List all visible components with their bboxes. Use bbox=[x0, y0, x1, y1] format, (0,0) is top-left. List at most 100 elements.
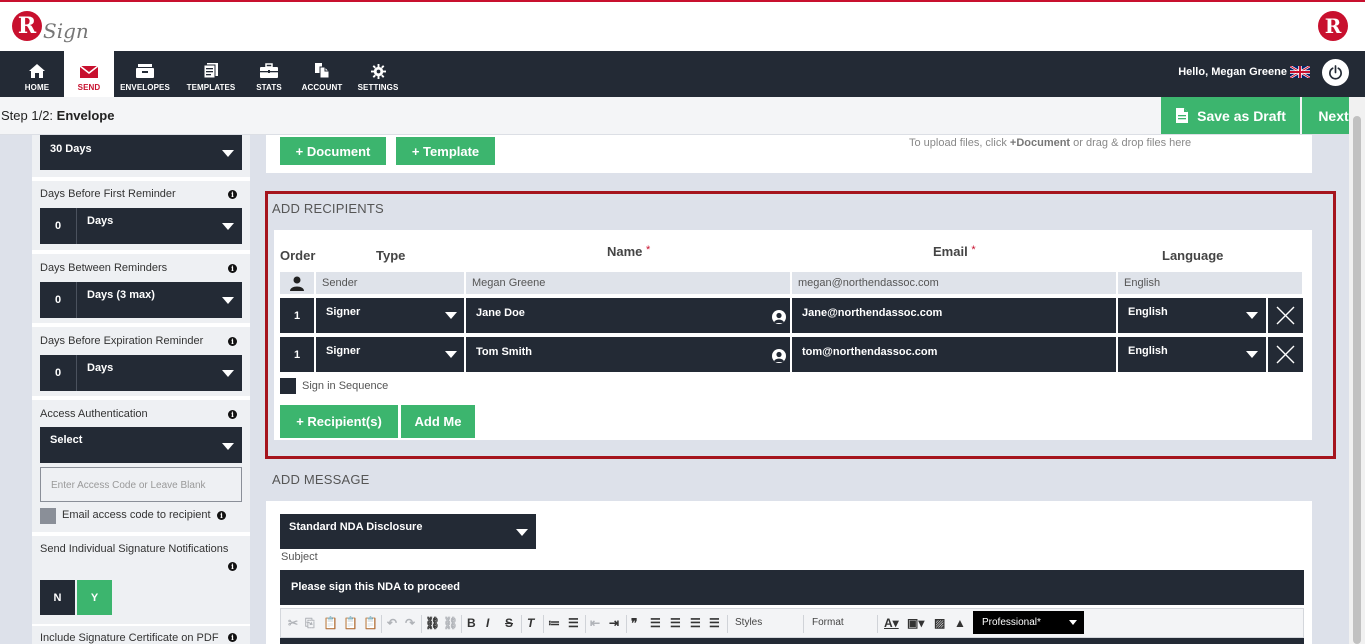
nav-templates[interactable]: TEMPLATES bbox=[184, 51, 238, 97]
certificate-label: Include Signature Certificate on PDF bbox=[40, 632, 219, 644]
notifications-yes-button[interactable]: Y bbox=[77, 580, 112, 615]
nav-stats[interactable]: STATS bbox=[249, 51, 289, 97]
numbered-list-icon[interactable]: ≔ bbox=[548, 616, 560, 630]
email-access-code-checkbox[interactable] bbox=[40, 508, 56, 524]
align-center-icon[interactable]: ☰ bbox=[670, 616, 681, 630]
nav-send[interactable]: SEND bbox=[64, 51, 114, 97]
svg-text:R: R bbox=[1325, 14, 1342, 38]
recipient-language-select[interactable]: English bbox=[1118, 298, 1266, 333]
paste-icon[interactable]: 📋 bbox=[323, 616, 338, 630]
logout-button[interactable] bbox=[1322, 59, 1349, 86]
add-template-button[interactable]: + Template bbox=[396, 137, 495, 165]
info-icon[interactable]: i bbox=[228, 562, 237, 571]
recipient-name-input[interactable]: Tom Smith bbox=[466, 337, 790, 372]
toolbar-divider bbox=[461, 615, 462, 633]
between-reminders-unit-select[interactable]: Days (3 max) bbox=[77, 282, 242, 318]
first-reminder-unit: Days bbox=[87, 215, 114, 227]
align-right-icon[interactable]: ☰ bbox=[690, 616, 701, 630]
first-reminder-number[interactable]: 0 bbox=[40, 208, 76, 244]
info-icon[interactable]: i bbox=[228, 190, 237, 199]
notifications-no-button[interactable]: N bbox=[40, 580, 75, 615]
toolbar-divider bbox=[877, 615, 878, 633]
indent-icon[interactable]: ⇥ bbox=[609, 616, 619, 630]
info-icon[interactable]: i bbox=[228, 410, 237, 419]
undo-icon[interactable]: ↶ bbox=[387, 616, 397, 630]
subject-input[interactable]: Please sign this NDA to proceed bbox=[280, 570, 1304, 605]
nav-label: SETTINGS bbox=[357, 83, 399, 92]
recipient-email-input[interactable]: Jane@northendassoc.com bbox=[792, 298, 1116, 333]
styles-dropdown[interactable]: Styles bbox=[735, 617, 762, 628]
strikethrough-icon[interactable]: S bbox=[505, 616, 513, 630]
copy-icon[interactable]: ⎘ bbox=[305, 616, 315, 631]
sign-in-sequence-checkbox[interactable] bbox=[280, 378, 296, 394]
paste-text-icon[interactable]: 📋 bbox=[343, 616, 358, 630]
toolbar-divider bbox=[803, 615, 804, 633]
font-style-select[interactable]: Professional* bbox=[973, 611, 1084, 634]
align-justify-icon[interactable]: ☰ bbox=[709, 616, 720, 630]
expiration-reminder-number[interactable]: 0 bbox=[40, 355, 76, 391]
stamp-icon[interactable]: ▲ bbox=[954, 616, 966, 630]
scrollbar-thumb[interactable] bbox=[1353, 116, 1361, 644]
unlink-icon[interactable]: ⛓ bbox=[443, 616, 458, 630]
blockquote-icon[interactable]: ❞ bbox=[631, 616, 637, 630]
toolbar-divider bbox=[421, 615, 422, 633]
nav-envelopes[interactable]: ENVELOPES bbox=[118, 51, 172, 97]
info-icon[interactable]: i bbox=[217, 511, 226, 520]
recipient-type-select[interactable]: Signer bbox=[316, 337, 464, 372]
recipient-language-select[interactable]: English bbox=[1118, 337, 1266, 372]
recipient-order-input[interactable]: 1 bbox=[280, 298, 314, 333]
access-auth-select[interactable]: Select bbox=[40, 427, 242, 463]
editor-body[interactable] bbox=[280, 638, 1304, 644]
info-icon[interactable]: i bbox=[228, 337, 237, 346]
nav-settings[interactable]: SETTINGS bbox=[356, 51, 400, 97]
background-color-icon[interactable]: ▣▾ bbox=[907, 616, 924, 630]
nav-home[interactable]: HOME bbox=[12, 51, 62, 97]
format-dropdown[interactable]: Format bbox=[812, 617, 844, 628]
remove-recipient-button[interactable] bbox=[1268, 337, 1303, 372]
remove-format-icon[interactable]: T bbox=[527, 616, 534, 630]
expiration-reminder-unit-select[interactable]: Days bbox=[77, 355, 242, 391]
paste-word-icon[interactable]: 📋 bbox=[363, 616, 378, 630]
recipient-name-input[interactable]: Jane Doe bbox=[466, 298, 790, 333]
recipient-type-select[interactable]: Signer bbox=[316, 298, 464, 333]
save-draft-label: Save as Draft bbox=[1197, 107, 1286, 124]
upload-hint-text: To upload files, click bbox=[909, 137, 1010, 149]
expiry-select[interactable]: 30 Days bbox=[40, 135, 242, 170]
add-me-button[interactable]: Add Me bbox=[401, 405, 475, 438]
image-icon[interactable]: ▨ bbox=[934, 616, 945, 630]
uk-flag-icon[interactable] bbox=[1290, 66, 1310, 78]
redo-icon[interactable]: ↷ bbox=[405, 616, 415, 630]
sender-language: English bbox=[1118, 272, 1302, 294]
remove-recipient-button[interactable] bbox=[1268, 298, 1303, 333]
text-color-icon[interactable]: A▾ bbox=[884, 616, 899, 630]
save-as-draft-button[interactable]: Save as Draft bbox=[1161, 97, 1300, 134]
first-reminder-unit-select[interactable]: Days bbox=[77, 208, 242, 244]
chevron-down-icon bbox=[1246, 351, 1258, 358]
italic-icon[interactable]: I bbox=[486, 616, 489, 630]
column-type: Type bbox=[376, 248, 406, 263]
message-template-select[interactable]: Standard NDA Disclosure bbox=[280, 514, 536, 549]
recipient-order-input[interactable]: 1 bbox=[280, 337, 314, 372]
contact-lookup-icon[interactable] bbox=[772, 349, 786, 363]
link-icon[interactable]: ⛓ bbox=[425, 616, 440, 630]
rsign-logo[interactable]: R Sign bbox=[12, 9, 89, 43]
info-icon[interactable]: i bbox=[228, 633, 237, 642]
add-recipient-button[interactable]: + Recipient(s) bbox=[280, 405, 398, 438]
info-icon[interactable]: i bbox=[228, 264, 237, 273]
recipient-email-input[interactable]: tom@northendassoc.com bbox=[792, 337, 1116, 372]
add-document-button[interactable]: + Document bbox=[280, 137, 386, 165]
message-section-title: ADD MESSAGE bbox=[272, 472, 370, 487]
access-code-input[interactable]: Enter Access Code or Leave Blank bbox=[40, 467, 242, 502]
align-left-icon[interactable]: ☰ bbox=[650, 616, 661, 630]
expiration-reminder-unit: Days bbox=[87, 362, 114, 374]
toolbar-divider bbox=[381, 615, 382, 633]
outdent-icon[interactable]: ⇤ bbox=[590, 616, 600, 630]
user-greeting[interactable]: Hello, Megan Greene bbox=[1178, 66, 1287, 78]
close-icon bbox=[1276, 345, 1295, 364]
cut-icon[interactable]: ✂ bbox=[288, 616, 298, 630]
bulleted-list-icon[interactable]: ☰ bbox=[568, 616, 579, 630]
nav-account[interactable]: ACCOUNT bbox=[298, 51, 346, 97]
between-reminders-number[interactable]: 0 bbox=[40, 282, 76, 318]
contact-lookup-icon[interactable] bbox=[772, 310, 786, 324]
bold-icon[interactable]: B bbox=[467, 616, 476, 630]
